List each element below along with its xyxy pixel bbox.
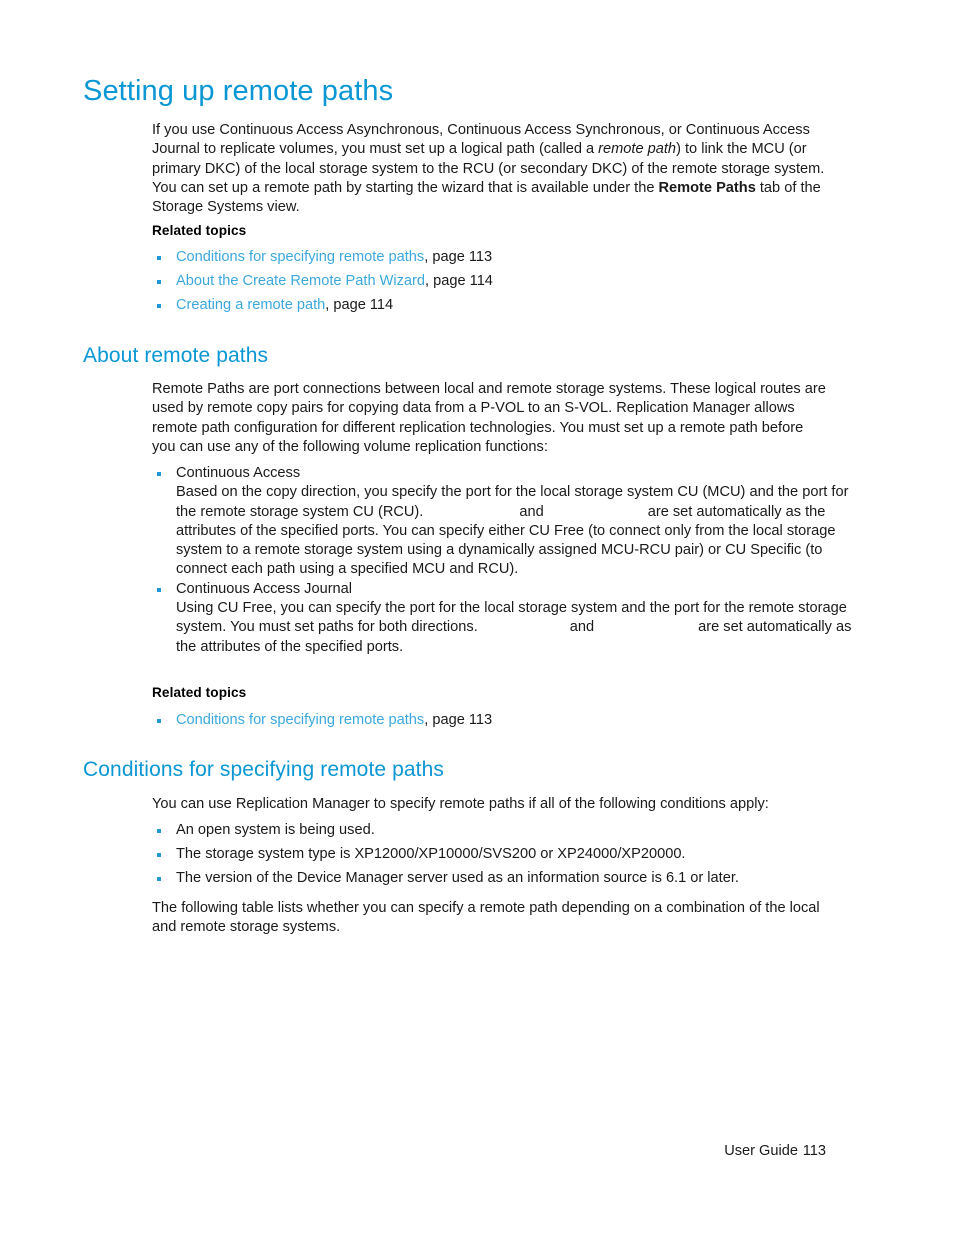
replication-functions-list: Continuous Access Based on the copy dire… xyxy=(152,464,851,657)
document-page: Setting up remote paths If you use Conti… xyxy=(0,0,954,1235)
page-reference: , page 114 xyxy=(425,272,493,289)
doc-link[interactable]: Creating a remote path xyxy=(176,297,325,313)
list-item: The version of the Device Manager server… xyxy=(152,869,842,888)
list-item: About the Create Remote Path Wizard, pag… xyxy=(152,272,842,291)
list-item: Conditions for specifying remote paths, … xyxy=(152,248,842,267)
feature-term: Continuous Access xyxy=(176,465,301,481)
conditions-outro-paragraph: The following table lists whether you ca… xyxy=(152,899,830,938)
related-topics-label-2: Related topics xyxy=(152,685,247,700)
page-reference: , page 113 xyxy=(424,249,493,265)
feature-desc-join: and xyxy=(569,619,595,636)
list-item: An open system is being used. xyxy=(152,821,842,840)
list-item: Creating a remote path, page 114 xyxy=(152,296,842,315)
section-heading-conditions: Conditions for specifying remote paths xyxy=(83,758,444,781)
page-title: Setting up remote paths xyxy=(83,75,394,107)
feature-description: Based on the copy direction, you specify… xyxy=(176,483,852,579)
feature-desc-join: and xyxy=(519,503,544,520)
feature-description: Using CU Free, you can specify the port … xyxy=(176,599,852,657)
section-heading-about-remote-paths: About remote paths xyxy=(83,344,269,367)
footer-page-number: 113 xyxy=(802,1143,826,1159)
intro-bold-term: Remote Paths xyxy=(658,179,756,196)
feature-term: Continuous Access Journal xyxy=(176,580,353,597)
about-paragraph-text: Remote Paths are port connections betwee… xyxy=(152,381,826,455)
list-item: The storage system type is XP12000/XP100… xyxy=(152,845,842,864)
doc-link[interactable]: Conditions for specifying remote paths xyxy=(176,712,424,728)
related-topics-list-2: Conditions for specifying remote paths, … xyxy=(152,711,842,730)
intro-italic-term: remote path xyxy=(598,141,677,158)
doc-link[interactable]: Conditions for specifying remote paths xyxy=(176,249,424,265)
about-paragraph: Remote Paths are port connections betwee… xyxy=(152,380,830,457)
list-item: Conditions for specifying remote paths, … xyxy=(152,711,842,730)
conditions-intro-paragraph: You can use Replication Manager to speci… xyxy=(152,795,830,814)
related-topics-label-1: Related topics xyxy=(152,223,247,238)
page-reference: , page 113 xyxy=(424,712,493,728)
conditions-list: An open system is being used. The storag… xyxy=(152,821,842,892)
related-topics-list-1: Conditions for specifying remote paths, … xyxy=(152,248,842,319)
footer-guide-label: User Guide xyxy=(724,1143,798,1159)
doc-link[interactable]: About the Create Remote Path Wizard xyxy=(176,273,425,289)
list-item: Continuous Access Journal Using CU Free,… xyxy=(152,580,851,657)
list-item: Continuous Access Based on the copy dire… xyxy=(152,464,848,580)
page-reference: , page 114 xyxy=(325,296,394,313)
conditions-intro-text: You can use Replication Manager to speci… xyxy=(152,796,769,812)
intro-paragraph: If you use Continuous Access Asynchronou… xyxy=(152,121,830,217)
conditions-outro-text: The following table lists whether you ca… xyxy=(152,900,820,936)
